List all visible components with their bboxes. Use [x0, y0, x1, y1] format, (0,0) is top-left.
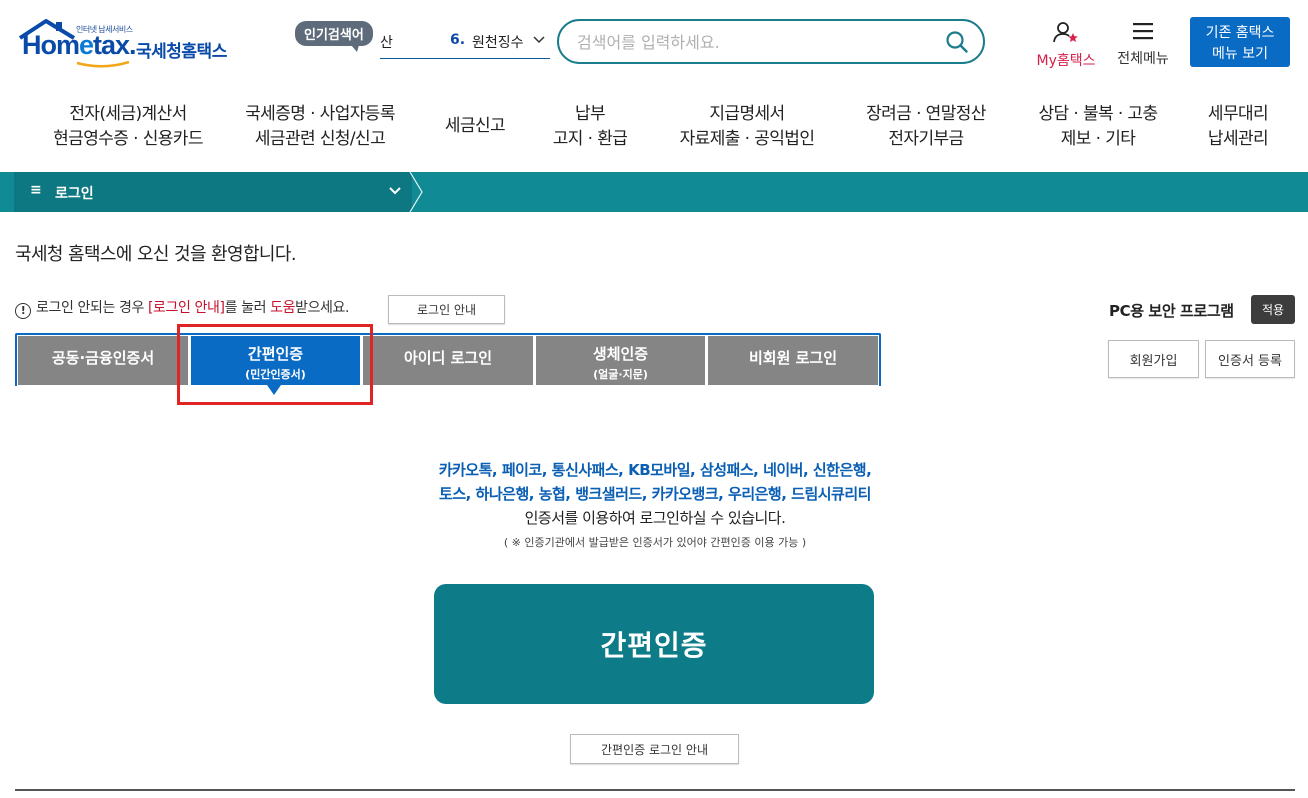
- login-guide-link-text: [로그인 안내]: [148, 300, 225, 316]
- help-link-text: 도움: [270, 300, 296, 316]
- tab-joint-certificate[interactable]: 공동·금융인증서: [18, 336, 188, 385]
- login-guide-button[interactable]: 로그인 안내: [388, 295, 505, 324]
- tab-guest-login[interactable]: 비회원 로그인: [708, 336, 878, 385]
- providers-line-1: 카카오톡, 페이코, 통신사패스, KB모바일, 삼성패스, 네이버, 신한은행…: [438, 461, 872, 479]
- gnb-item-statements[interactable]: 지급명세서 자료제출 · 공익법인: [672, 102, 822, 152]
- global-navigation: 전자(세금)계산서 현금영수증 · 신용카드 국세증명 · 사업자등록 세금관련 신…: [0, 97, 1308, 159]
- user-star-icon: [1053, 22, 1078, 43]
- cert-register-button[interactable]: 인증서 등록: [1205, 340, 1295, 378]
- search-box: [557, 19, 985, 64]
- logo-brand: Hometax.: [22, 30, 137, 60]
- old-menu-view-button[interactable]: 기존 홈택스 메뉴 보기: [1190, 17, 1290, 67]
- header: 인터넷 납세서비스 Hometax. 국세청홈택스 인기검색어 산 6. 원천징…: [0, 0, 1308, 90]
- breadcrumb-current[interactable]: 로그인: [55, 183, 94, 203]
- simple-auth-login-button[interactable]: 간편인증: [434, 584, 874, 704]
- bottom-divider: [15, 789, 1295, 791]
- breadcrumb-separator-icon: [409, 172, 423, 212]
- providers-line-2: 토스, 하나은행, 농협, 뱅크샐러드, 카카오뱅크, 우리은행, 드림시큐리티: [439, 485, 871, 503]
- alert-icon: !: [15, 303, 31, 319]
- logo-swoosh-icon: [76, 61, 130, 68]
- gnb-item-consultation[interactable]: 상담 · 불복 · 고충 제보 · 기타: [1028, 102, 1168, 152]
- search-input[interactable]: [577, 30, 937, 54]
- chevron-down-icon[interactable]: [388, 184, 402, 198]
- tab-id-login[interactable]: 아이디 로그인: [363, 336, 533, 385]
- login-help-text: ! 로그인 안되는 경우 [로그인 안내]를 눌러 도움받으세요.: [15, 297, 349, 319]
- simple-auth-note: ( ※ 인증기관에서 발급받은 인증서가 있어야 간편인증 이용 가능 ): [503, 536, 807, 549]
- chevron-down-icon[interactable]: [532, 32, 546, 46]
- popular-search-ticker[interactable]: 산 6. 원천징수: [380, 28, 550, 59]
- all-menu-label: 전체메뉴: [1117, 51, 1169, 67]
- ticker-term[interactable]: 원천징수: [472, 32, 526, 52]
- breadcrumb-bar: ≡ 로그인: [0, 172, 1308, 212]
- gnb-item-e-invoice[interactable]: 전자(세금)계산서 현금영수증 · 신용카드: [36, 102, 220, 152]
- ticker-partial-text: 산: [380, 35, 393, 51]
- pc-security-label: PC용 보안 프로그램: [1109, 302, 1234, 320]
- join-button[interactable]: 회원가입: [1108, 340, 1199, 378]
- hometax-logo[interactable]: 인터넷 납세서비스 Hometax. 국세청홈택스: [16, 18, 236, 70]
- hamburger-menu-icon: [1133, 23, 1153, 40]
- gnb-item-tax-filing[interactable]: 세금신고: [432, 114, 518, 139]
- search-icon[interactable]: [945, 30, 969, 54]
- gnb-item-tax-agent[interactable]: 세무대리 납세관리: [1196, 102, 1280, 152]
- my-hometax-button[interactable]: My홈택스: [1030, 20, 1102, 70]
- logo-korean-name: 국세청홈택스: [136, 42, 227, 62]
- welcome-heading: 국세청 홈택스에 오신 것을 환영합니다.: [15, 244, 297, 265]
- gnb-item-incentives[interactable]: 장려금 · 연말정산 전자기부금: [856, 102, 996, 152]
- apply-security-button[interactable]: 적용: [1251, 295, 1295, 324]
- breadcrumb-menu-icon: ≡: [30, 182, 42, 198]
- highlight-box: [177, 324, 373, 405]
- popular-search-badge: 인기검색어: [295, 21, 373, 52]
- simple-auth-guide-button[interactable]: 간편인증 로그인 안내: [570, 734, 739, 764]
- ticker-rank: 6.: [450, 32, 466, 48]
- providers-line-3: 인증서를 이용하여 로그인하실 수 있습니다.: [524, 509, 786, 527]
- tab-biometric-auth[interactable]: 생체인증 (얼굴·지문): [536, 336, 705, 385]
- provider-list: 카카오톡, 페이코, 통신사패스, KB모바일, 삼성패스, 네이버, 신한은행…: [330, 458, 980, 530]
- gnb-item-certificates[interactable]: 국세증명 · 사업자등록 세금관련 신청/신고: [232, 102, 408, 152]
- all-menu-button[interactable]: 전체메뉴: [1112, 20, 1174, 68]
- gnb-item-payment[interactable]: 납부 고지 · 환급: [542, 102, 638, 152]
- my-hometax-label: My홈택스: [1036, 53, 1096, 69]
